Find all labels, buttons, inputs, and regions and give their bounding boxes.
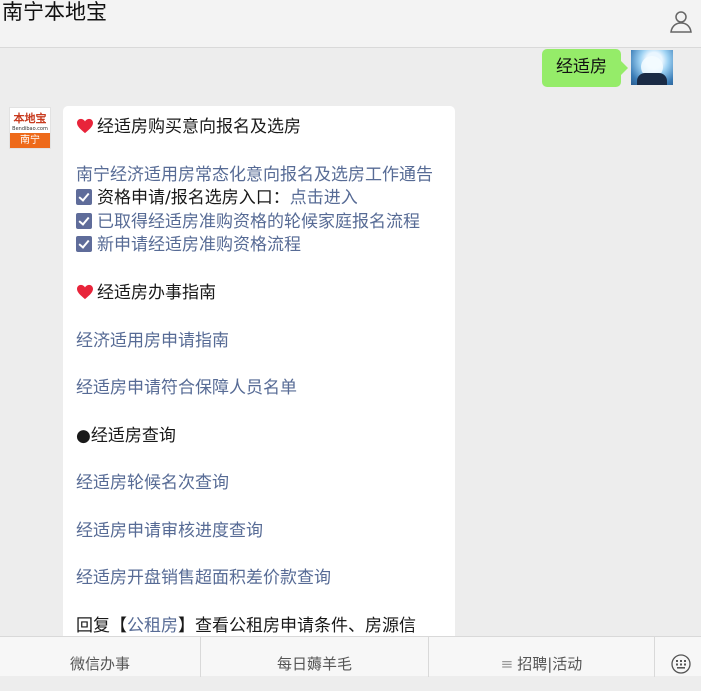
item1-prefix: 资格申请/报名选房入口：: [97, 188, 290, 208]
menu-wechat-services[interactable]: 微信办事: [0, 637, 200, 677]
bottom-menu: 微信办事 每日薅羊毛 ≡ 招聘|活动: [0, 636, 701, 677]
guide-link-2[interactable]: 经适房申请符合保障人员名单: [76, 376, 297, 400]
item3-link[interactable]: 新申请经适房准购资格流程: [97, 235, 301, 255]
heart-icon: [77, 118, 93, 134]
keyboard-icon[interactable]: [671, 654, 691, 674]
menu-item-label: 招聘|活动: [517, 655, 583, 673]
click-enter-link[interactable]: 点击进入: [290, 188, 358, 208]
submenu-icon: ≡: [500, 655, 514, 673]
incoming-message-bubble: 经适房购买意向报名及选房 南宁经济适用房常态化意向报名及选房工作通告 资格申请/…: [63, 106, 455, 646]
section2-title: 经适房办事指南: [97, 283, 216, 303]
notice-link[interactable]: 南宁经济适用房常态化意向报名及选房工作通告: [76, 163, 433, 187]
heart-icon: [77, 284, 93, 300]
guide-link-1[interactable]: 经济适用房申请指南: [76, 329, 229, 353]
menu-daily-deals[interactable]: 每日薅羊毛: [201, 637, 428, 677]
section-heading-guide: 经适房办事指南: [76, 281, 216, 305]
menu-item-label: 每日薅羊毛: [276, 655, 352, 673]
query-link-2[interactable]: 经适房申请审核进度查询: [76, 519, 263, 543]
my-avatar[interactable]: [631, 50, 673, 85]
checklist-item-3[interactable]: 新申请经适房准购资格流程: [76, 233, 301, 257]
checkbox-icon: [76, 189, 92, 205]
menu-item-label: 微信办事: [69, 655, 130, 673]
footer-prefix: 回复【: [76, 616, 127, 636]
checklist-item-1: 资格申请/报名选房入口：点击进入: [76, 186, 358, 210]
checkbox-icon: [76, 213, 92, 229]
query-link-1[interactable]: 经适房轮候名次查询: [76, 471, 229, 495]
user-icon[interactable]: [669, 9, 693, 33]
bot-city-label: 南宁: [10, 133, 50, 148]
chat-title: 南宁本地宝: [2, 0, 107, 24]
section3-title: ●经适房查询: [76, 426, 176, 446]
menu-divider: [654, 637, 655, 677]
outgoing-message-text: 经适房: [556, 57, 607, 77]
section1-title: 经适房购买意向报名及选房: [97, 117, 301, 137]
checkbox-icon: [76, 236, 92, 252]
chat-header: 南宁本地宝: [0, 0, 701, 48]
outgoing-message-bubble[interactable]: 经适房: [542, 49, 628, 87]
footer-reply-hint: 回复【公租房】查看公租房申请条件、房源信: [76, 614, 416, 638]
item2-link[interactable]: 已取得经适房准购资格的轮候家庭报名流程: [97, 212, 420, 232]
section-heading-purchase: 经适房购买意向报名及选房: [76, 115, 301, 139]
footer-suffix: 】查看公租房申请条件、房源信: [178, 616, 416, 636]
menu-jobs-events[interactable]: ≡ 招聘|活动: [429, 637, 654, 677]
checklist-item-2[interactable]: 已取得经适房准购资格的轮候家庭报名流程: [76, 210, 420, 234]
bot-logo-url: Bendibao.com: [12, 126, 48, 132]
bot-logo-text: 本地宝: [13, 112, 47, 125]
keyword-link[interactable]: 公租房: [127, 616, 178, 636]
silhouette-graphic: [637, 73, 667, 85]
query-link-3[interactable]: 经适房开盘销售超面积差价款查询: [76, 566, 331, 590]
bot-avatar[interactable]: 本地宝 Bendibao.com 南宁: [9, 107, 51, 149]
